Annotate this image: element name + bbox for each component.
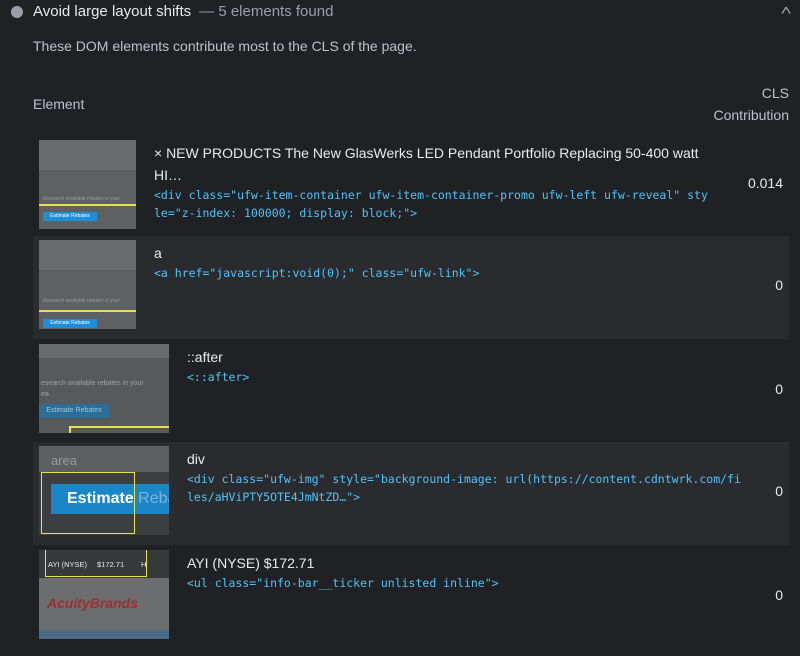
element-screenshot: area Estimate Reba [39,446,169,535]
element-screenshot: AYI (NYSE) $172.71 H AcuityBrands [39,550,169,639]
node-details: ::after <::after> [187,346,742,386]
thumb-band [39,140,136,170]
thumb-band [39,344,169,358]
table-row[interactable]: area Estimate Reba div <div class="ufw-i… [33,442,789,545]
node-details: div <div class="ufw-img" style="backgrou… [187,448,742,506]
table-row[interactable]: AYI (NYSE) $172.71 H AcuityBrands AYI (N… [33,546,789,649]
cls-value: 0 [775,381,783,397]
node-label: AYI (NYSE) $172.71 [187,555,315,571]
node-snippet[interactable]: <div class="ufw-item-container ufw-item-… [154,186,709,222]
table-row[interactable]: Research available rebates in your Estim… [33,136,789,239]
node-details: AYI (NYSE) $172.71 <ul class="info-bar__… [187,552,742,592]
thumb-button: Estimate Rebates [43,212,97,221]
audit-title-line: Avoid large layout shifts — 5 elements fo… [33,3,333,20]
thumb-text: esearch available rebates in your [41,380,144,387]
node-label: a [154,245,162,261]
node-label: div [187,451,205,467]
cls-value: 0 [775,587,783,603]
node-details: a <a href="javascript:void(0);" class="u… [154,242,709,282]
column-header-cls: CLS Contribution [714,82,790,126]
thumb-highlight [41,472,135,534]
status-dot-icon [11,6,23,18]
column-header-cls-line2: Contribution [713,107,790,123]
element-screenshot: esearch available rebates in your ea Est… [39,344,169,433]
chevron-up-icon[interactable]: ˄ [780,2,791,18]
cls-value: 0.014 [747,175,783,191]
element-screenshot: Research available rebates in your Estim… [39,140,136,229]
thumb-text: area [51,453,78,468]
node-label: × NEW PRODUCTS The New GlasWerks LED Pen… [154,145,699,183]
thumb-highlight [69,426,169,428]
node-snippet[interactable]: <::after> [187,368,742,386]
thumb-text-2: ea [41,391,49,398]
thumb-highlight [39,204,136,206]
thumb-button-tail: Reba [138,490,169,507]
thumb-brand: AcuityBrands [47,595,139,611]
thumb-text: Research available rebates in your [43,298,120,304]
thumb-text: Research available rebates in your [43,196,120,202]
thumb-band [39,240,136,270]
column-header-element: Element [33,96,85,112]
cls-value: 0 [775,277,783,293]
node-label: ::after [187,349,223,365]
node-snippet[interactable]: <a href="javascript:void(0);" class="ufw… [154,264,709,282]
audit-count: 5 elements found [218,3,334,20]
thumb-highlight-edge [69,426,71,433]
table-row[interactable]: Research available rebates in your Estim… [33,236,789,339]
element-screenshot: Research available rebates in your Estim… [39,240,136,329]
audit-separator: — [199,3,215,20]
audit-header[interactable]: Avoid large layout shifts — 5 elements fo… [0,0,800,26]
node-details: × NEW PRODUCTS The New GlasWerks LED Pen… [154,142,709,222]
cls-value: 0 [775,483,783,499]
node-snippet[interactable]: <ul class="info-bar__ticker unlisted inl… [187,574,742,592]
thumb-footer [39,630,169,639]
table-row[interactable]: esearch available rebates in your ea Est… [33,340,789,443]
thumb-button: Estimate Rebates [43,319,97,328]
audit-description: These DOM elements contribute most to th… [33,38,417,54]
node-snippet[interactable]: <div class="ufw-img" style="background-i… [187,470,742,506]
thumb-highlight [39,310,136,312]
thumb-highlight [45,550,147,577]
thumb-button: Estimate Rebates [39,404,109,418]
audit-title: Avoid large layout shifts [33,3,192,20]
column-header-cls-line1: CLS [761,85,789,101]
